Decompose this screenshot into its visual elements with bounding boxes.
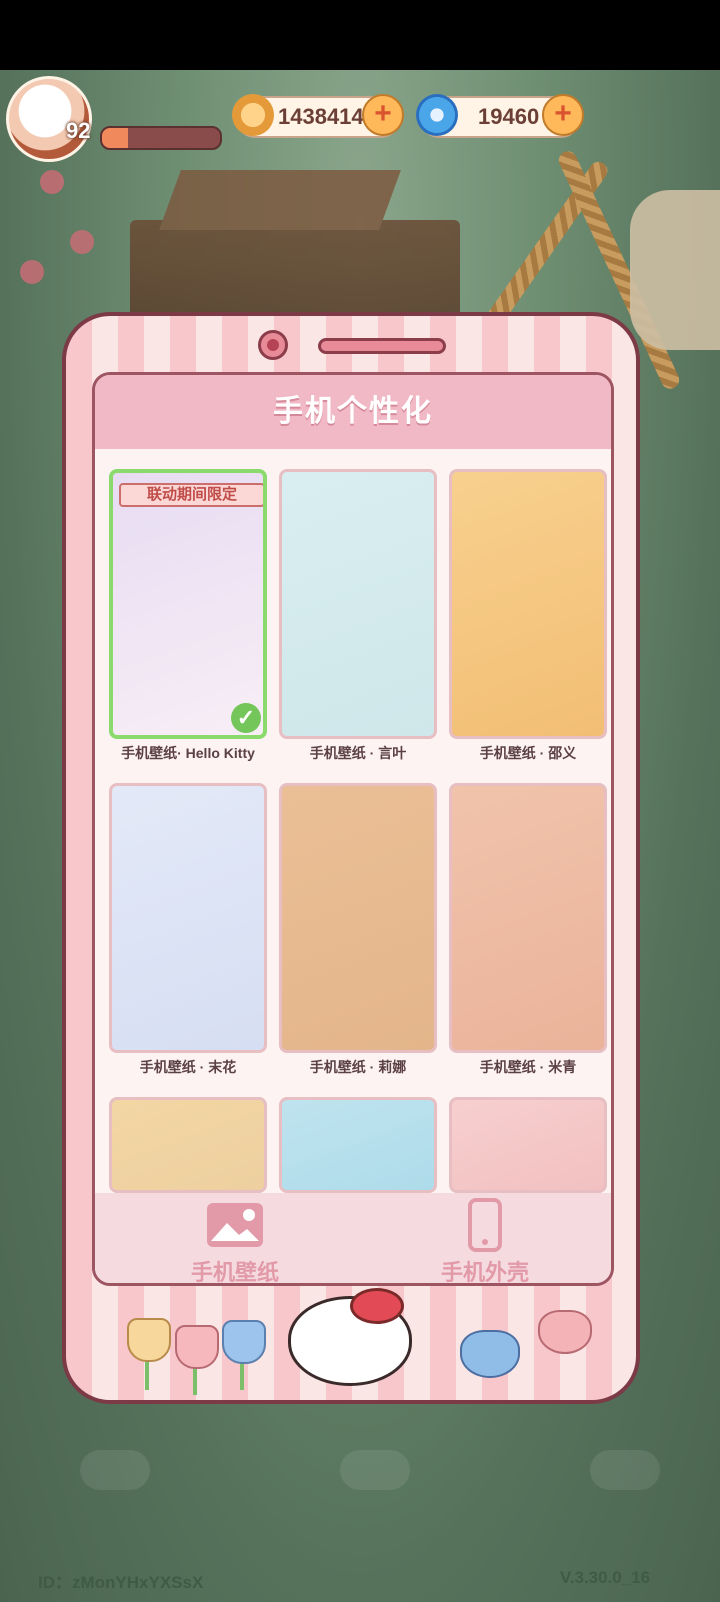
- wallpaper-label: 手机壁纸 · 末花: [139, 1059, 237, 1075]
- camera-icon: [258, 330, 288, 360]
- selected-check-icon: ✓: [231, 703, 261, 733]
- wallpaper-card[interactable]: [449, 783, 607, 1053]
- wallpaper-label: 手机壁纸 · 米青: [479, 1059, 577, 1075]
- kitty-bow-icon: [350, 1288, 404, 1324]
- phone-icon: [468, 1198, 502, 1252]
- tab-wallpaper[interactable]: 手机壁纸: [135, 1201, 335, 1285]
- flower-decoration: [40, 170, 64, 194]
- flower-decoration: [20, 260, 44, 284]
- limited-time-tag: 联动期间限定: [119, 483, 263, 507]
- tab-wallpaper-label: 手机壁纸: [190, 1260, 279, 1285]
- wallpaper-label: 手机壁纸 · 言叶: [309, 745, 407, 761]
- experience-fill: [102, 128, 128, 148]
- butterfly-icon: [460, 1330, 520, 1378]
- bow-pattern: [340, 1450, 410, 1490]
- wallpaper-card[interactable]: [279, 469, 437, 739]
- phone-customization-panel: 手机个性化 联动期间限定 ✓ 手机壁纸· Hello Kitty 手机壁纸 · 言叶手…: [62, 312, 640, 1404]
- wallpaper-card[interactable]: [279, 783, 437, 1053]
- player-id: ID：zMonYHxYXSsX: [38, 1573, 204, 1592]
- wallpaper-card[interactable]: [449, 1097, 607, 1193]
- wallpaper-label: 手机壁纸· Hello Kitty: [121, 745, 255, 761]
- wallpaper-label: 手机壁纸 · 莉娜: [309, 1059, 407, 1075]
- swirl-gem-icon: [416, 94, 458, 136]
- wallpaper-card[interactable]: 联动期间限定 ✓: [109, 469, 267, 739]
- tab-phone-case-label: 手机外壳: [440, 1260, 529, 1285]
- player-level: 92: [66, 118, 91, 143]
- wallpaper-card[interactable]: [109, 1097, 267, 1193]
- status-bar: [0, 0, 720, 70]
- phone-screen: 手机个性化 联动期间限定 ✓ 手机壁纸· Hello Kitty 手机壁纸 · 言叶手…: [92, 372, 614, 1286]
- coin-icon: [232, 94, 274, 136]
- add-coins-button[interactable]: +: [362, 94, 404, 136]
- bow-pattern: [80, 1450, 150, 1490]
- wallpaper-card[interactable]: [279, 1097, 437, 1193]
- tab-bar: 手机壁纸 手机外壳: [95, 1193, 611, 1285]
- speaker-slot: [318, 338, 446, 354]
- add-gems-button[interactable]: +: [542, 94, 584, 136]
- gem-amount: 19460: [478, 104, 540, 129]
- tulip-icon: [222, 1320, 266, 1364]
- sack-decoration: [630, 190, 720, 350]
- version-label: V.3.30.0_16: [560, 1568, 651, 1587]
- panel-title: 手机个性化: [95, 375, 611, 449]
- wallpaper-label: 手机壁纸 · 邵义: [479, 745, 577, 761]
- picture-icon: [207, 1203, 263, 1247]
- bow-pattern: [590, 1450, 660, 1490]
- wallpaper-card[interactable]: [109, 783, 267, 1053]
- wallpaper-card[interactable]: [449, 469, 607, 739]
- tab-phone-case[interactable]: 手机外壳: [385, 1198, 585, 1285]
- experience-bar: [100, 126, 222, 150]
- butterfly-icon: [538, 1310, 592, 1354]
- coin-amount: 1438414: [278, 104, 364, 129]
- gem-counter: 19460 +: [416, 94, 584, 138]
- tulip-icon: [175, 1325, 219, 1369]
- flower-decoration: [70, 230, 94, 254]
- coin-counter: 1438414 +: [232, 94, 404, 138]
- tulip-icon: [127, 1318, 171, 1362]
